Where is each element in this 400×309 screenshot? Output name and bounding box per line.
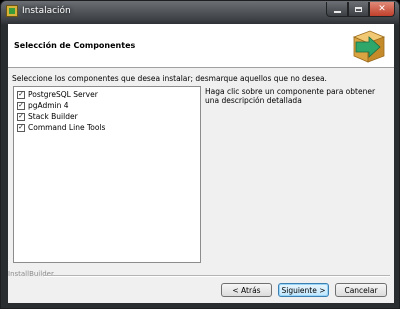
close-icon: ✕: [378, 4, 386, 14]
component-label: PostgreSQL Server: [28, 90, 98, 99]
component-checkbox[interactable]: ✓: [17, 123, 25, 132]
maximize-icon: [355, 6, 362, 12]
maximize-button[interactable]: [348, 2, 369, 17]
component-item-command-line-tools[interactable]: ✓ Command Line Tools: [17, 122, 105, 133]
component-checkbox[interactable]: ✓: [17, 90, 25, 99]
component-checkbox[interactable]: ✓: [17, 101, 25, 110]
minimize-icon: [333, 10, 341, 13]
component-description: Haga clic sobre un componente para obten…: [205, 87, 376, 105]
installer-box-arrow-icon: [352, 30, 386, 63]
back-button[interactable]: < Atrás: [221, 283, 272, 297]
component-label: pgAdmin 4: [28, 101, 69, 110]
instructions-text: Seleccione los componentes que desea ins…: [12, 74, 327, 83]
installer-client-area: Selección de Componentes Seleccione los …: [8, 24, 394, 303]
component-item-pgadmin-4[interactable]: ✓ pgAdmin 4: [17, 100, 69, 111]
next-button[interactable]: Siguiente >: [278, 283, 329, 297]
page-title: Selección de Componentes: [14, 41, 136, 50]
installer-window: Instalación ✕ Selección de Componentes S…: [0, 0, 400, 309]
page-header: Selección de Componentes: [8, 24, 394, 68]
component-label: Stack Builder: [28, 112, 78, 121]
component-checkbox[interactable]: ✓: [17, 112, 25, 121]
installer-app-icon: [6, 5, 18, 17]
component-item-postgresql-server[interactable]: ✓ PostgreSQL Server: [17, 89, 98, 100]
title-bar[interactable]: Instalación ✕: [1, 1, 399, 23]
cancel-button[interactable]: Cancelar: [335, 283, 387, 297]
minimize-button[interactable]: [326, 2, 348, 17]
components-tree[interactable]: ✓ PostgreSQL Server ✓ pgAdmin 4 ✓ Stack …: [13, 86, 201, 263]
component-item-stack-builder[interactable]: ✓ Stack Builder: [17, 111, 78, 122]
component-label: Command Line Tools: [28, 123, 106, 132]
close-button[interactable]: ✕: [369, 2, 395, 17]
footer-divider: [44, 275, 390, 277]
window-title: Instalación: [22, 6, 71, 16]
